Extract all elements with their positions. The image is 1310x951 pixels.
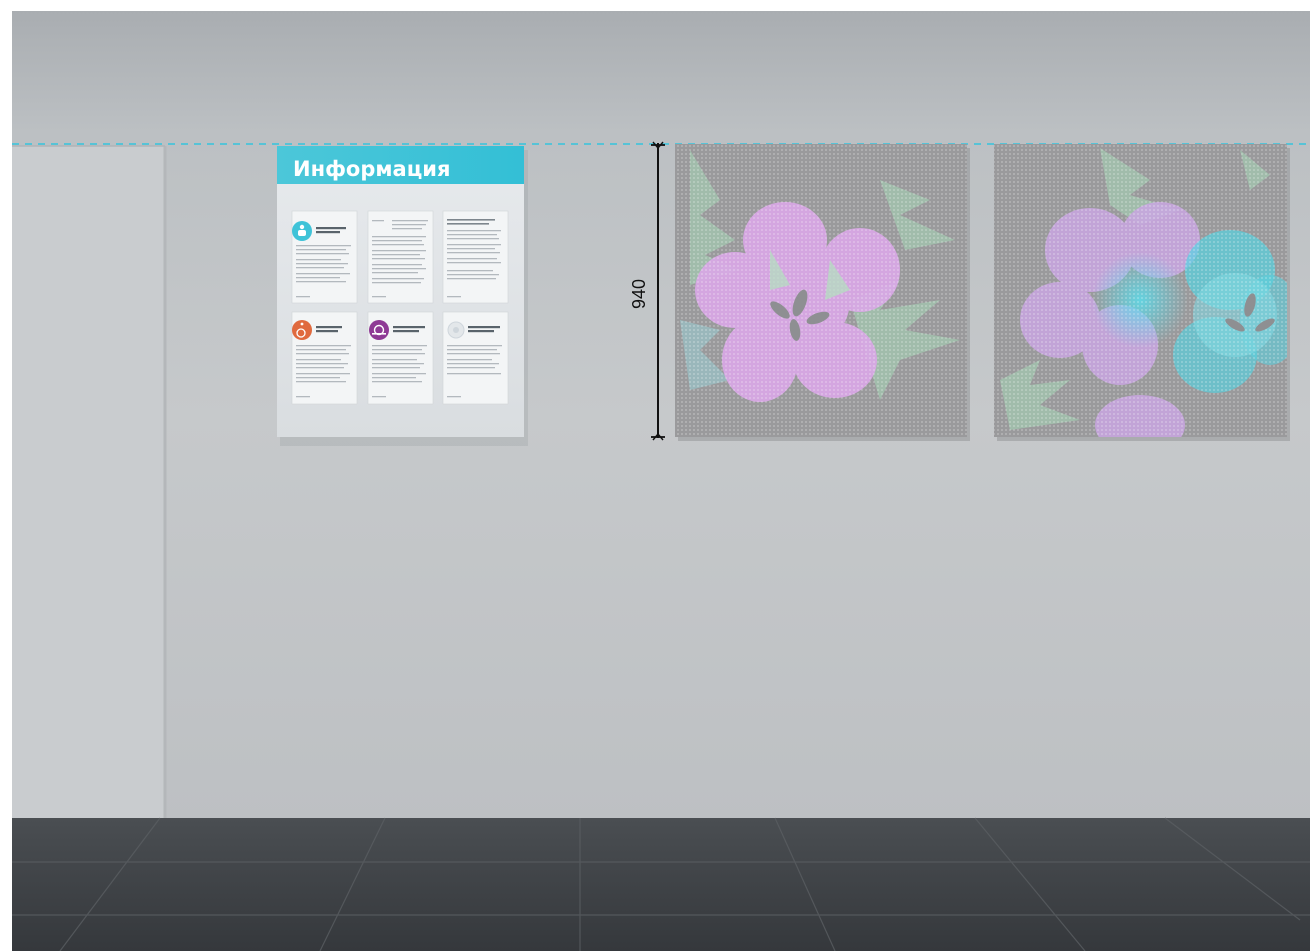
info-sheet [291, 311, 358, 405]
mri-scanner-icon [369, 320, 389, 340]
info-sheet [442, 210, 509, 304]
flower-panel-left [675, 144, 970, 441]
floor [12, 818, 1310, 951]
info-sheet [291, 210, 358, 304]
wall-scene: Информация 940 [0, 0, 1310, 951]
info-sheet [367, 210, 434, 304]
info-board: Информация [277, 146, 528, 446]
wall-column [12, 146, 165, 818]
info-sheet [367, 311, 434, 405]
flower-panel-right [994, 144, 1290, 441]
dimension-label: 940 [629, 279, 649, 309]
info-board-title: Информация [293, 157, 450, 181]
info-sheet [442, 311, 509, 405]
